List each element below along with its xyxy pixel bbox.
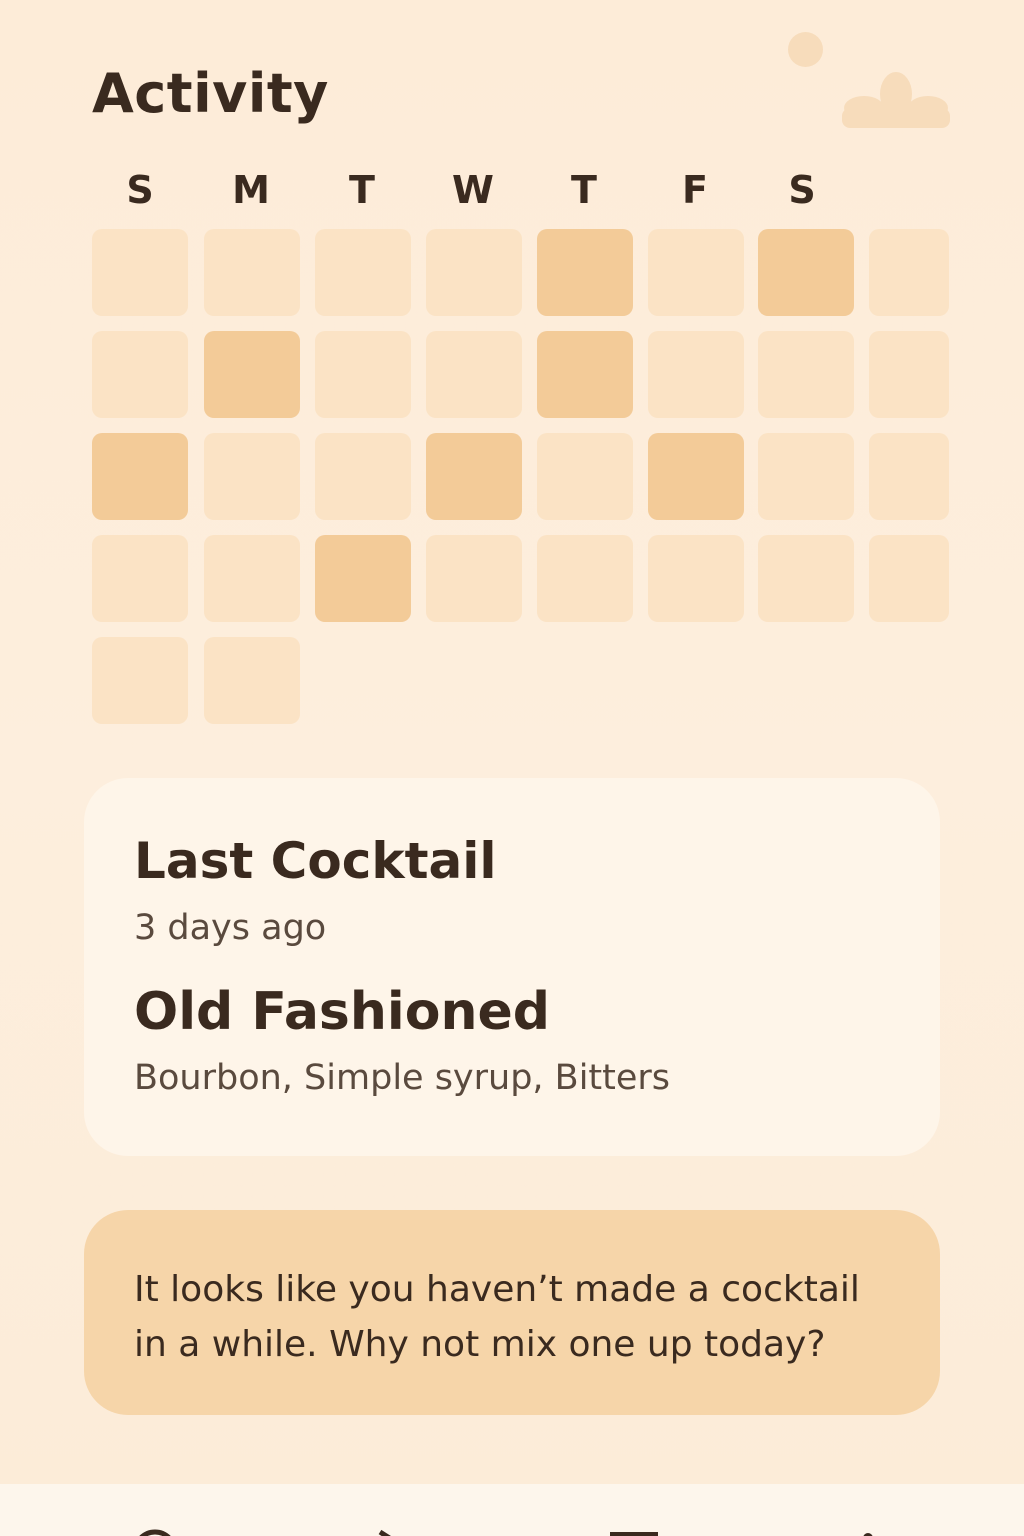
calendar-day[interactable] [758,535,854,622]
calendar-day[interactable] [426,229,522,316]
weekday-label: W [452,168,494,212]
calendar-day[interactable] [537,433,633,520]
decorative-dot [788,32,823,67]
calendar-day-active[interactable] [315,535,411,622]
calendar-day[interactable] [537,535,633,622]
calendar-day[interactable] [758,433,854,520]
bottom-navigation [0,1484,1024,1536]
calendar-day[interactable] [92,229,188,316]
reminder-banner[interactable]: It looks like you haven’t made a cocktai… [84,1210,940,1415]
calendar-day[interactable] [315,229,411,316]
calendar-day[interactable] [204,535,300,622]
calendar-day[interactable] [92,331,188,418]
calendar-day[interactable] [92,637,188,724]
page-title: Activity [92,62,329,125]
weekday-header: S M T W T F S [92,168,862,212]
weekday-label: T [571,168,597,212]
calendar-day[interactable] [869,331,949,418]
calendar-day[interactable] [869,229,949,316]
cocktail-name: Old Fashioned [134,982,550,1042]
calendar-day[interactable] [315,331,411,418]
calendar-day[interactable] [315,433,411,520]
list-icon[interactable] [606,1528,662,1536]
calendar-day-active[interactable] [204,331,300,418]
calendar-day[interactable] [92,535,188,622]
decorative-plant-icon [842,72,950,128]
calendar-day-active[interactable] [92,433,188,520]
calendar-day[interactable] [648,535,744,622]
calendar-day-active[interactable] [537,331,633,418]
calendar-day[interactable] [648,229,744,316]
calendar-day[interactable] [869,535,949,622]
weekday-label: T [349,168,375,212]
send-icon[interactable] [372,1528,412,1536]
calendar-day[interactable] [758,331,854,418]
last-cocktail-card[interactable]: Last Cocktail 3 days ago Old Fashioned B… [84,778,940,1156]
calendar-day-active[interactable] [648,433,744,520]
activity-calendar-grid [92,229,952,729]
calendar-day[interactable] [869,433,949,520]
calendar-day[interactable] [426,331,522,418]
calendar-day-active[interactable] [758,229,854,316]
weekday-label: S [788,168,816,212]
reminder-message: It looks like you haven’t made a cocktai… [134,1269,860,1365]
calendar-day[interactable] [204,433,300,520]
last-cocktail-heading: Last Cocktail [134,832,497,890]
weekday-label: M [232,168,270,212]
calendar-day[interactable] [204,637,300,724]
calendar-day-active[interactable] [537,229,633,316]
weekday-label: F [682,168,708,212]
cocktail-ingredients: Bourbon, Simple syrup, Bitters [134,1058,671,1098]
calendar-day-active[interactable] [426,433,522,520]
search-icon[interactable] [130,1528,180,1536]
info-icon[interactable] [856,1528,880,1536]
calendar-day[interactable] [648,331,744,418]
calendar-day[interactable] [426,535,522,622]
calendar-day[interactable] [204,229,300,316]
last-cocktail-time: 3 days ago [134,908,327,948]
weekday-label: S [126,168,154,212]
